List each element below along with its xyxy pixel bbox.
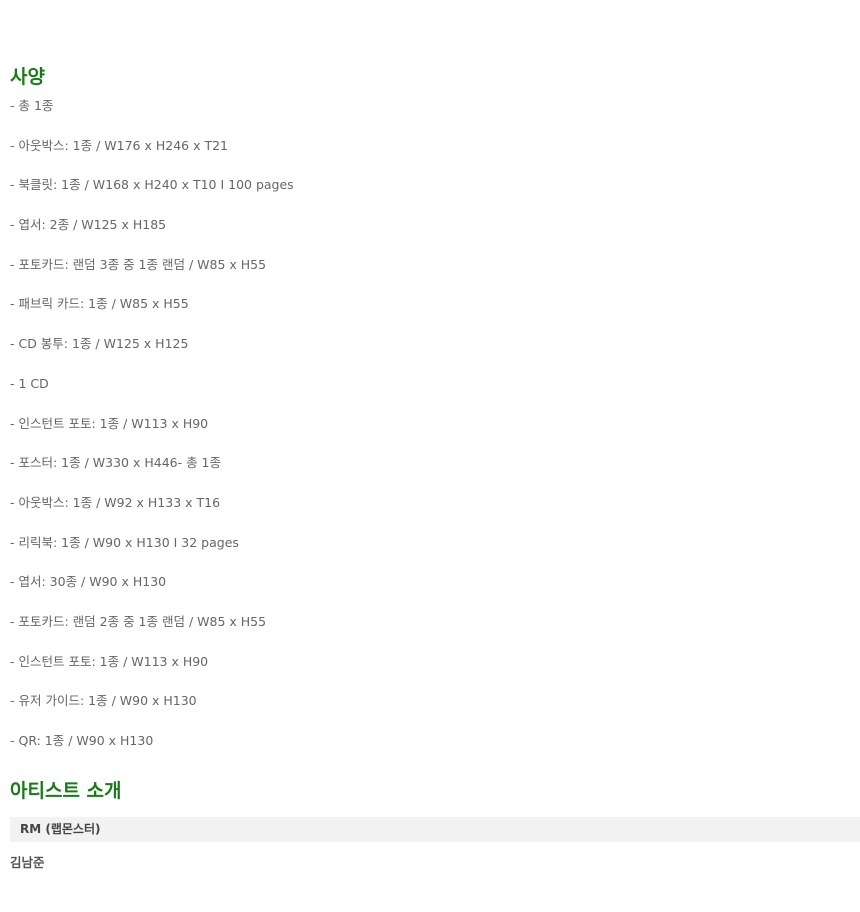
spec-item: - CD 봉투: 1종 / W125 x H125 xyxy=(10,336,189,352)
spec-item: - 인스턴트 포토: 1종 / W113 x H90 xyxy=(10,415,209,431)
spec-item: - 엽서: 2종 / W125 x H185 xyxy=(10,217,167,233)
artist-real-name: 김남준 xyxy=(10,855,45,870)
spec-item: - QR: 1종 / W90 x H130 xyxy=(10,733,154,748)
spec-item: - 아웃박스: 1종 / W92 x H133 x T16 xyxy=(10,494,221,510)
spec-item: - 1 CD xyxy=(10,375,49,391)
spec-item: - 아웃박스: 1종 / W176 x H246 x T21 xyxy=(10,137,228,153)
spec-item: - 엽서: 30종 / W90 x H130 xyxy=(10,574,167,590)
spec-item: - 유저 가이드: 1종 / W90 x H130 xyxy=(10,693,197,709)
artist-name-bar: RM (랩몬스터) xyxy=(10,817,860,842)
spec-item: - 총 1종 xyxy=(10,98,54,113)
spec-item: - 패브릭 카드: 1종 / W85 x H55 xyxy=(10,296,189,312)
spec-section-title: 사양 xyxy=(10,66,45,88)
spec-item: - 리릭북: 1종 / W90 x H130 I 32 pages xyxy=(10,534,239,550)
spec-item: - 인스턴트 포토: 1종 / W113 x H90 xyxy=(10,653,209,669)
spec-item: - 북클릿: 1종 / W168 x H240 x T10 I 100 page… xyxy=(10,177,294,193)
artist-stage-name: RM (랩몬스터) xyxy=(20,822,101,836)
spec-list: - 총 1종 - 아웃박스: 1종 / W176 x H246 x T21 - … xyxy=(10,96,860,771)
artist-section-title: 아티스트 소개 xyxy=(10,780,122,802)
spec-item: - 포토카드: 랜덤 2종 중 1종 랜덤 / W85 x H55 xyxy=(10,613,267,629)
spec-item: - 포스터: 1종 / W330 x H446- 총 1종 xyxy=(10,455,222,471)
spec-item: - 포토카드: 랜덤 3종 중 1종 랜덤 / W85 x H55 xyxy=(10,256,267,272)
